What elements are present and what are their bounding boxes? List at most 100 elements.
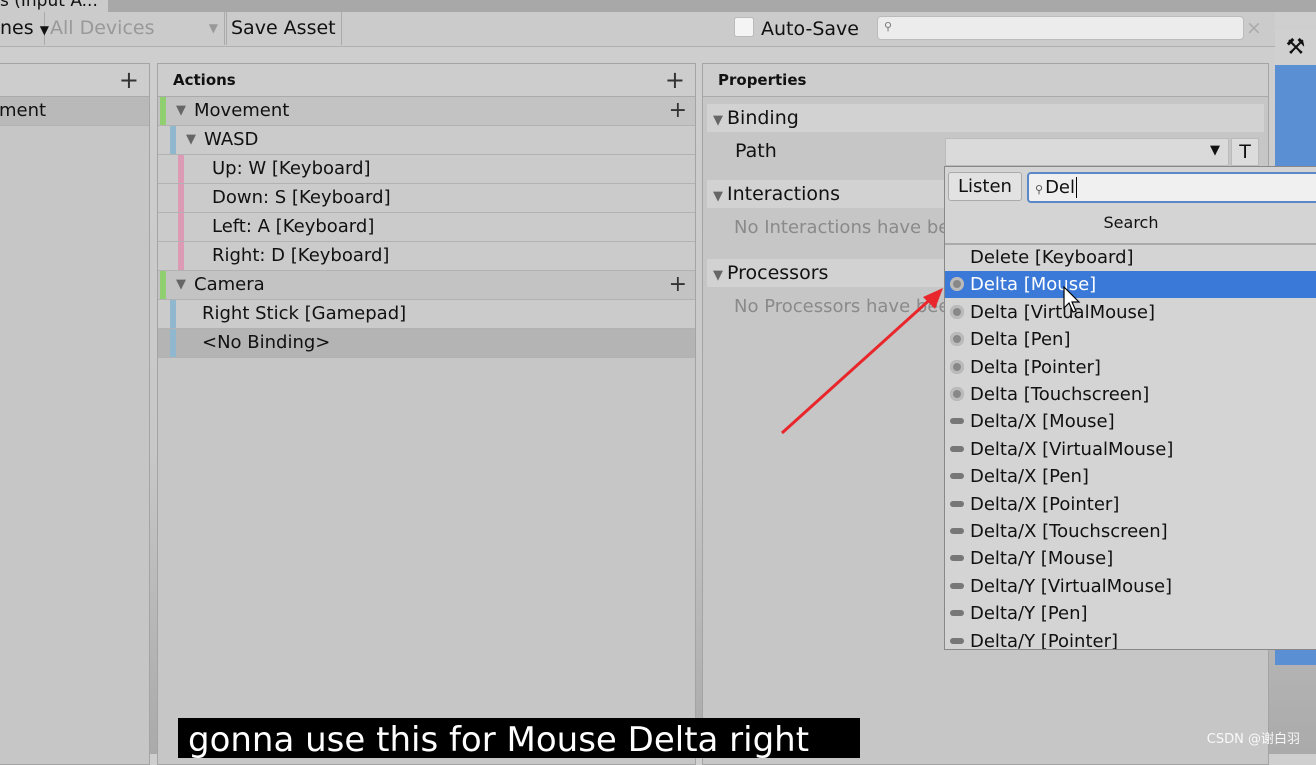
tools-icon[interactable]: ⚒ — [1275, 30, 1316, 65]
add-binding-button[interactable]: + — [669, 97, 687, 125]
path-label: Path — [735, 140, 777, 162]
vector2-icon — [950, 332, 964, 347]
control-option-label: Delta/X [Touchscreen] — [970, 521, 1168, 542]
add-binding-button[interactable]: + — [669, 271, 687, 299]
triangle-down-icon: ▼ — [713, 268, 723, 283]
color-bar — [170, 126, 176, 154]
action-row-part[interactable]: Down: S [Keyboard] — [158, 184, 695, 213]
control-option[interactable]: Delta [Mouse] — [945, 271, 1316, 299]
actions-title: Actions — [173, 71, 236, 89]
auto-save-checkbox[interactable] — [734, 17, 754, 37]
color-bar — [160, 271, 166, 299]
action-row-binding[interactable]: Right Stick [Gamepad] — [158, 300, 695, 329]
picker-search-input[interactable]: ⚲ Del — [1027, 172, 1316, 203]
control-option[interactable]: Delta/X [Mouse] — [945, 408, 1316, 435]
mouse-cursor-icon — [1063, 286, 1081, 313]
vector2-icon — [950, 304, 964, 319]
color-bar — [160, 97, 166, 125]
devices-dropdown[interactable]: All Devices ▼ — [46, 12, 225, 45]
control-option[interactable]: Delta/X [Pen] — [945, 463, 1316, 490]
triangle-down-icon: ▼ — [186, 132, 196, 147]
add-map-button[interactable]: + — [119, 64, 139, 96]
action-row-action[interactable]: ▼ Movement + — [158, 97, 695, 126]
binding-section[interactable]: ▼ Binding — [707, 104, 1264, 132]
vector2-icon — [950, 359, 964, 374]
control-option[interactable]: Delta/X [VirtualMouse] — [945, 436, 1316, 463]
control-option[interactable]: Delta/X [Pointer] — [945, 491, 1316, 518]
action-row-label: Camera — [194, 274, 265, 295]
control-option[interactable]: Delta [Pen] — [945, 326, 1316, 353]
control-option[interactable]: Delta/Y [Mouse] — [945, 545, 1316, 572]
interactions-empty: No Interactions have bee — [734, 217, 961, 238]
action-maps-panel: + ment — [0, 63, 150, 765]
auto-save-label: Auto-Save — [761, 18, 859, 40]
action-row-label: WASD — [204, 129, 259, 150]
action-row-composite[interactable]: ▼ WASD — [158, 126, 695, 155]
control-option-label: Delta/Y [Mouse] — [970, 548, 1114, 570]
watermark: CSDN @谢白羽 — [1206, 732, 1300, 747]
axis-icon — [950, 555, 964, 562]
control-option-label: Delta/X [Mouse] — [970, 411, 1115, 433]
listen-button[interactable]: Listen — [948, 172, 1022, 201]
control-option[interactable]: Delta [Touchscreen] — [945, 381, 1316, 408]
video-subtitle: gonna use this for Mouse Delta right — [178, 718, 860, 758]
control-schemes-dropdown[interactable]: nes ▼ — [0, 12, 49, 45]
vector2-icon — [950, 387, 964, 401]
triangle-down-icon: ▼ — [176, 103, 186, 118]
search-input[interactable]: ⚲ — [877, 16, 1244, 40]
text-mode-button[interactable]: T — [1231, 138, 1259, 166]
axis-icon — [950, 445, 964, 452]
control-option[interactable]: Delta/Y [VirtualMouse] — [945, 573, 1316, 600]
devices-label: All Devices — [50, 17, 155, 39]
action-row-part[interactable]: Right: D [Keyboard] — [158, 242, 695, 271]
control-option-label: Delta [Pen] — [970, 329, 1071, 351]
color-bar — [178, 155, 184, 183]
control-option[interactable]: Delete [Keyboard] — [945, 244, 1316, 271]
control-option-label: Delta/X [Pen] — [970, 466, 1089, 488]
properties-header: Properties — [703, 64, 1268, 97]
control-option-label: Delta [Touchscreen] — [970, 384, 1150, 405]
control-option-label: Delta/Y [VirtualMouse] — [970, 575, 1173, 597]
axis-icon — [950, 418, 964, 425]
action-row-label: Down: S [Keyboard] — [212, 187, 391, 208]
search-value: Del — [1045, 177, 1075, 198]
axis-icon — [950, 473, 964, 480]
control-picker-dropdown: Listen ⚲ Del Search Delete [Keyboard] Delt… — [944, 166, 1316, 650]
control-option[interactable]: Delta/Y [Pointer] — [945, 628, 1316, 650]
action-row-label: Movement — [194, 100, 290, 121]
axis-icon — [950, 610, 964, 617]
control-option[interactable]: Delta/X [Touchscreen] — [945, 518, 1316, 545]
window-tab[interactable]: s (Input A... — [0, 0, 108, 12]
path-dropdown[interactable]: ▼ — [945, 138, 1229, 166]
action-row-binding[interactable]: <No Binding> — [158, 329, 695, 358]
search-icon: ⚲ — [884, 20, 893, 33]
control-option[interactable]: Delta [Pointer] — [945, 354, 1316, 381]
toolbar: nes ▼ All Devices ▼ Save Asset Auto-Save … — [0, 12, 1275, 47]
save-asset-button[interactable]: Save Asset — [226, 12, 342, 45]
control-option[interactable]: Delta/Y [Pen] — [945, 600, 1316, 627]
axis-icon — [950, 528, 964, 534]
clear-search-button[interactable]: × — [1246, 17, 1262, 39]
actions-header: Actions + — [158, 64, 695, 97]
axis-icon — [950, 500, 964, 507]
action-row-part[interactable]: Up: W [Keyboard] — [158, 155, 695, 184]
tab-strip — [0, 0, 1316, 12]
action-map-item[interactable]: ment — [0, 97, 149, 126]
schemes-label: nes — [0, 17, 34, 39]
triangle-down-icon: ▼ — [713, 113, 723, 128]
add-action-button[interactable]: + — [665, 64, 685, 96]
control-option[interactable]: Delta [VirtualMouse] — [945, 299, 1316, 326]
color-bar — [178, 242, 184, 270]
color-bar — [170, 329, 176, 357]
action-row-action[interactable]: ▼ Camera + — [158, 271, 695, 300]
chevron-down-icon: ▼ — [208, 21, 218, 35]
search-icon: ⚲ — [1035, 183, 1044, 196]
triangle-down-icon: ▼ — [176, 277, 186, 292]
action-row-part[interactable]: Left: A [Keyboard] — [158, 213, 695, 242]
action-row-label: <No Binding> — [202, 332, 331, 353]
chevron-down-icon: ▼ — [1210, 143, 1220, 158]
action-row-label: Right Stick [Gamepad] — [202, 303, 407, 324]
control-option-label: Delta/Y [Pointer] — [970, 630, 1119, 650]
search-header: Search — [945, 207, 1316, 245]
axis-icon — [950, 637, 964, 644]
